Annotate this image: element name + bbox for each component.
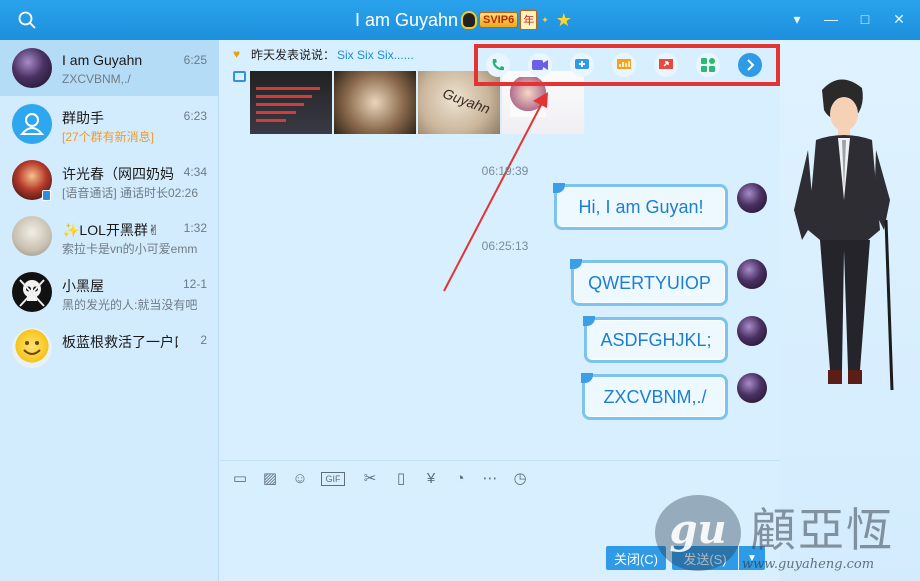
message-text: ZXCVBNM,./ bbox=[603, 386, 707, 407]
penguin-icon bbox=[461, 11, 477, 29]
conversation-item[interactable]: I am Guyahn 6:25 ZXCVBNM,./ bbox=[0, 40, 219, 96]
watermark-url: www.guyaheng.com bbox=[742, 557, 875, 572]
conversation-preview: 黑的发光的人:就当没有吧 bbox=[62, 298, 198, 312]
conversation-preview: 索拉卡是vn的小可爱emm bbox=[62, 242, 198, 256]
status-link[interactable]: Six Six Six...... bbox=[337, 48, 414, 62]
dot-icon: ✦ bbox=[541, 14, 549, 25]
message-text: Hi, I am Guyan! bbox=[578, 196, 704, 217]
phone-icon[interactable] bbox=[486, 53, 510, 77]
conversation-time: 1:32 bbox=[183, 221, 207, 235]
conversation-item[interactable]: 板蓝根救活了一户口 2 bbox=[0, 320, 219, 376]
gif-icon[interactable]: GIF bbox=[321, 472, 345, 486]
watermark-logo: gu bbox=[655, 495, 741, 571]
message-bubble[interactable]: Hi, I am Guyan! bbox=[553, 183, 728, 230]
close-button[interactable]: ✕ bbox=[892, 10, 906, 28]
status-icon: ♥ bbox=[233, 47, 241, 61]
conversation-preview: [27个群有新消息] bbox=[62, 130, 155, 144]
image-icon[interactable]: ▨ bbox=[261, 470, 279, 488]
voice-icon[interactable]: ◔ bbox=[451, 470, 469, 488]
message-bubble[interactable]: QWERTYUIOP bbox=[570, 259, 728, 306]
red-packet-icon[interactable]: ¥ bbox=[422, 470, 440, 488]
more-arrow-icon[interactable] bbox=[738, 53, 762, 77]
avatar bbox=[12, 48, 52, 88]
message-text: QWERTYUIOP bbox=[588, 272, 711, 293]
status-label: 昨天发表说说： bbox=[251, 48, 336, 62]
vip-badge-group[interactable]: SVIP6 年 ✦ ★ bbox=[461, 10, 572, 31]
maximize-button[interactable]: □ bbox=[858, 10, 872, 28]
present-icon[interactable] bbox=[612, 53, 636, 77]
conversation-name: 小黑屋 bbox=[62, 278, 104, 294]
conversation-name: 群助手 bbox=[62, 110, 104, 126]
star-icon[interactable]: ★ bbox=[556, 10, 572, 31]
more-icon[interactable]: ⋯ bbox=[481, 470, 499, 488]
conversation-item[interactable]: 小黑屋 12-1 黑的发光的人:就当没有吧 bbox=[0, 264, 219, 320]
message-text: ASDFGHJKL; bbox=[600, 329, 712, 350]
avatar[interactable] bbox=[737, 373, 767, 403]
avatar[interactable] bbox=[737, 183, 767, 213]
message-bubble[interactable]: ZXCVBNM,./ bbox=[581, 373, 728, 420]
conversation-item[interactable]: 群助手 6:23 [27个群有新消息] bbox=[0, 96, 219, 152]
watermark-title: 顧亞恆 bbox=[750, 503, 894, 557]
conversation-name: 许光春（网四奶妈 bbox=[62, 166, 174, 182]
message-timestamp: 06:19:39 bbox=[481, 164, 529, 178]
photo-thumbnail[interactable] bbox=[250, 71, 332, 134]
svip-badge: SVIP6 bbox=[479, 12, 519, 28]
friend-status[interactable]: ♥ 昨天发表说说： Six Six Six...... bbox=[233, 46, 414, 63]
window-title: I am Guyahn bbox=[355, 10, 459, 30]
folder-icon[interactable]: ▭ bbox=[231, 470, 249, 488]
search-icon[interactable] bbox=[18, 11, 36, 29]
dropdown-icon[interactable]: ▾ bbox=[790, 10, 804, 28]
group-assistant-icon bbox=[12, 104, 52, 144]
photo-thumbnail[interactable] bbox=[334, 71, 416, 134]
avatar[interactable] bbox=[737, 259, 767, 289]
conversation-name: ✨LOL开黑群✌ bbox=[62, 222, 160, 238]
conversation-preview: ZXCVBNM,./ bbox=[62, 72, 131, 86]
skull-avatar bbox=[12, 272, 52, 312]
avatar bbox=[12, 216, 52, 256]
conversation-item[interactable]: ✨LOL开黑群✌ 1:32 索拉卡是vn的小可爱emm bbox=[0, 208, 219, 264]
conversation-name: I am Guyahn bbox=[62, 52, 143, 68]
conversation-item[interactable]: 许光春（网四奶妈 4:34 [语音通话] 通话时长02:26 bbox=[0, 152, 219, 208]
smiley-avatar bbox=[12, 328, 52, 368]
screen-share-icon[interactable] bbox=[654, 53, 678, 77]
video-icon[interactable] bbox=[528, 53, 552, 77]
conversation-time: 6:23 bbox=[183, 109, 207, 123]
close-chat-button[interactable]: 关闭(C) bbox=[606, 546, 666, 570]
character-figure bbox=[794, 79, 894, 391]
mobile-online-icon bbox=[42, 190, 51, 201]
conversation-time: 2 bbox=[200, 333, 207, 347]
shake-icon[interactable]: ▯ bbox=[392, 470, 410, 488]
apps-icon[interactable] bbox=[696, 53, 720, 77]
title-bar: I am Guyahn SVIP6 年 ✦ ★ ▾ — □ ✕ bbox=[0, 0, 920, 40]
conversation-time: 12-1 bbox=[182, 277, 207, 291]
call-toolbar bbox=[474, 44, 780, 86]
year-badge: 年 bbox=[520, 10, 538, 30]
message-timestamp: 06:25:13 bbox=[481, 239, 529, 253]
thumbnail-text: Guyahn bbox=[440, 85, 493, 117]
add-screen-icon[interactable] bbox=[570, 53, 594, 77]
scissors-icon[interactable]: ✂ bbox=[361, 470, 379, 488]
conversation-time: 4:34 bbox=[183, 165, 207, 179]
history-icon[interactable]: ◷ bbox=[511, 470, 529, 488]
avatar[interactable] bbox=[737, 316, 767, 346]
conversation-list: I am Guyahn 6:25 ZXCVBNM,./ 群助手 6:23 [27… bbox=[0, 40, 219, 581]
conversation-preview: [语音通话] 通话时长02:26 bbox=[62, 186, 199, 200]
conversation-name: 板蓝根救活了一户口 bbox=[62, 334, 178, 350]
message-bubble[interactable]: ASDFGHJKL; bbox=[583, 316, 728, 363]
conversation-time: 6:25 bbox=[183, 53, 207, 67]
minimize-button[interactable]: — bbox=[824, 10, 838, 28]
emoji-icon[interactable]: ☺ bbox=[291, 470, 309, 488]
camera-icon bbox=[233, 71, 246, 82]
